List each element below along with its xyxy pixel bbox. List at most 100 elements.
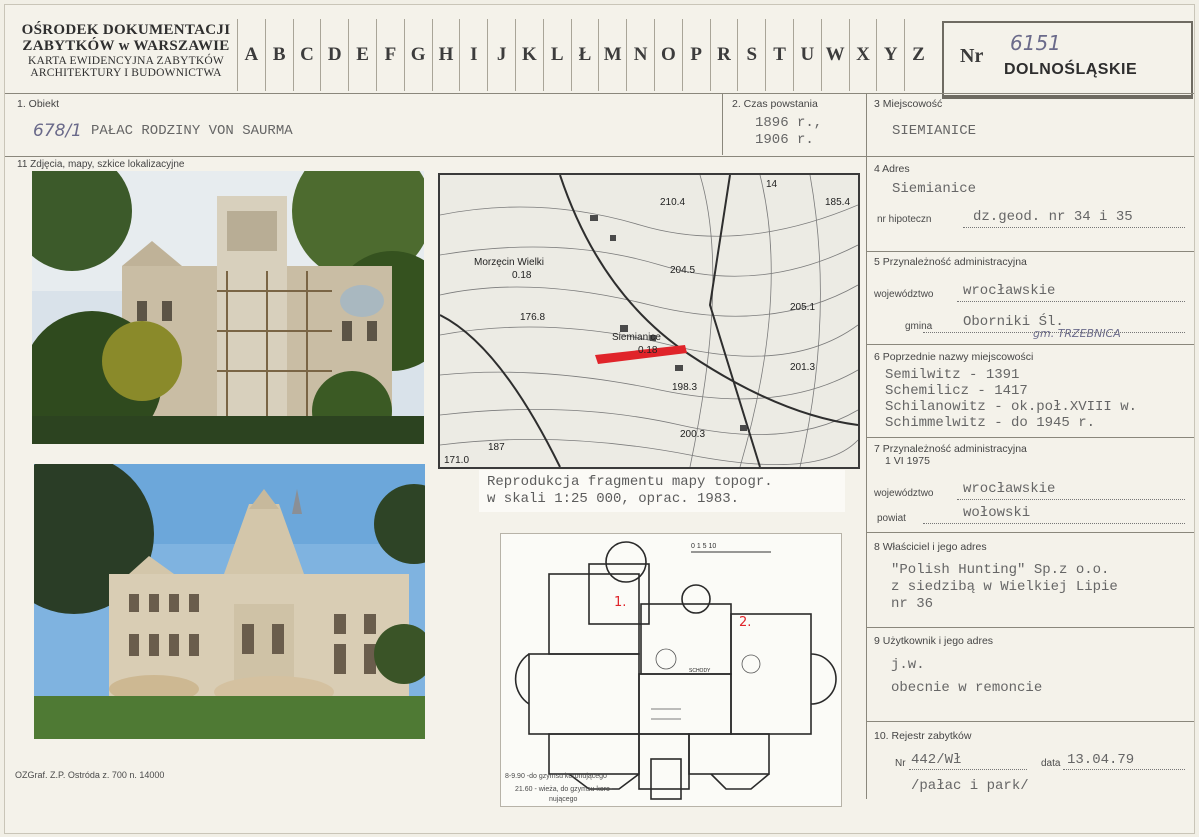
poprzednie-line2: Schemilicz - 1417 <box>885 383 1028 399</box>
nr-value: 6151 <box>1010 31 1061 55</box>
obiekt-value: PAŁAC RODZINY VON SAURMA <box>91 123 293 139</box>
alphabet-letter: O <box>653 19 682 91</box>
adres-label: 4 Adres <box>874 163 910 175</box>
obiekt-label: 1. Obiekt <box>17 98 60 110</box>
alphabet-letter: H <box>431 19 460 91</box>
wlasciciel-line3: nr 36 <box>891 596 934 612</box>
institution-line1: OŚRODEK DOKUMENTACJI <box>21 22 231 38</box>
uzytkownik-label: 9 Użytkownik i jego adres <box>874 635 994 647</box>
map-label-h1854: 185.4 <box>825 197 850 208</box>
rejestr-nr-value: 442/Wł <box>911 752 962 768</box>
alphabet-letter: M <box>598 19 626 91</box>
caption-line2: w skali 1:25 000, oprac. 1983. <box>487 490 740 507</box>
institution-line3: KARTA EWIDENCYJNA ZABYTKÓW <box>28 54 224 67</box>
alphabet-letter: E <box>348 19 376 91</box>
caption-line1: Reprodukcja fragmentu mapy topogr. <box>487 474 773 490</box>
alphabet-letter: N <box>626 19 654 91</box>
poprzednie-line4: Schimmelwitz - do 1945 r. <box>885 415 1096 431</box>
alphabet-letter: K <box>514 19 543 91</box>
przynaleznosc-label: 5 Przynależność administracyjna <box>874 256 1027 268</box>
plan-note1: 8-9.90 -do gzymsu koronującego <box>505 773 607 780</box>
adres-value: Siemianice <box>892 181 977 197</box>
woj1975-value: wrocławskie <box>963 481 1056 497</box>
miejscowosc-value: SIEMIANICE <box>892 123 977 139</box>
alphabet-letter: X <box>848 19 877 91</box>
record-number-box: Nr 6151 DOLNOŚLĄSKIE <box>942 21 1193 99</box>
footer-printer: OZGraf. Z.P. Ostróda z. 700 n. 14000 <box>15 770 165 780</box>
map-label-h2013: 201.3 <box>790 362 815 373</box>
alphabet-letter: P <box>681 19 710 91</box>
alphabet-letter: R <box>709 19 738 91</box>
plan-room2: 2. <box>739 615 751 630</box>
czas-line2: 1906 r. <box>755 132 814 148</box>
alphabet-letter: A <box>237 19 265 91</box>
woj-value: wrocławskie <box>963 283 1056 299</box>
plan-schody: SCHODY <box>689 668 711 674</box>
divider <box>866 344 1194 345</box>
alphabet-letter: U <box>792 19 821 91</box>
alphabet-letter: Ł <box>570 19 599 91</box>
plan-note3: nującego <box>549 796 578 803</box>
uzytkownik-line1: j.w. <box>891 657 925 673</box>
divider <box>5 156 1194 157</box>
nr-label: Nr <box>960 45 984 67</box>
map-label-h1983: 198.3 <box>672 382 697 393</box>
poprzednie-label: 6 Poprzednie nazwy miejscowości <box>874 351 1034 363</box>
alphabet-letter: L <box>542 19 571 91</box>
divider <box>866 251 1194 252</box>
wlasciciel-label: 8 Właściciel i jego adres <box>874 541 987 553</box>
plan-room1: 1. <box>614 595 626 610</box>
gmina-label: gmina <box>905 321 933 332</box>
map-label-h1768: 176.8 <box>520 312 545 323</box>
alphabet-letter: I <box>459 19 487 91</box>
miejscowosc-label: 3 Miejscowość <box>874 98 943 110</box>
divider <box>722 93 723 155</box>
alphabet-letter: C <box>292 19 321 91</box>
gmina-note: gm. TRZEBNICA <box>1033 327 1121 340</box>
map-label-h2045: 204.5 <box>670 265 695 276</box>
wlasciciel-line2: z siedzibą w Wielkiej Lipie <box>891 579 1118 595</box>
floor-plan: 0 1 5 10 1. 2. SCHODY 8-9.90 -do gzymsu … <box>500 533 842 807</box>
dotted-line <box>963 227 1185 228</box>
dotted-line <box>923 523 1185 524</box>
divider <box>866 93 867 799</box>
map-label-siemianice: Siemianice <box>612 332 661 343</box>
record-card: OŚRODEK DOKUMENTACJI ZABYTKÓW w WARSZAWI… <box>4 4 1195 834</box>
alphabet-letter: Y <box>876 19 904 91</box>
alphabet-letter: S <box>737 19 765 91</box>
plan-scale: 0 1 5 10 <box>691 543 716 550</box>
map-label-h2051: 205.1 <box>790 302 815 313</box>
map-label-sheet: 14 <box>766 179 778 190</box>
map-label-h2104: 210.4 <box>660 197 685 208</box>
przynaleznosc1975-label: 7 Przynależność administracyjna <box>874 443 1027 455</box>
palace-photo-scaffolding <box>32 171 424 444</box>
poprzednie-line3: Schilanowitz - ok.poł.XVIII w. <box>885 399 1138 415</box>
dotted-line <box>909 769 1027 770</box>
powiat-value: wołowski <box>963 505 1031 521</box>
rejestr-nr-label: Nr <box>895 758 906 769</box>
woj-label: województwo <box>874 289 934 300</box>
alphabet-letter: W <box>820 19 849 91</box>
map-label-morzecin-code: 0.18 <box>512 270 532 281</box>
alphabet-letter: T <box>765 19 793 91</box>
hip-value: dz.geod. nr 34 i 35 <box>973 209 1133 225</box>
czas-line1: 1896 r., <box>755 115 823 131</box>
zdjecia-label: 11 Zdjęcia, mapy, szkice lokalizacyjne <box>17 159 185 170</box>
institution-line4: ARCHITEKTURY I BUDOWNICTWA <box>30 66 222 79</box>
divider <box>866 437 1194 438</box>
rejestr-label: 10. Rejestr zabytków <box>874 730 972 742</box>
poprzednie-line1: Semilwitz - 1391 <box>885 367 1020 383</box>
palace-photo-facade <box>34 464 425 739</box>
rejestr-data-value: 13.04.79 <box>1067 752 1135 768</box>
divider <box>866 721 1194 722</box>
czas-label: 2. Czas powstania <box>732 98 818 110</box>
dotted-line <box>957 499 1185 500</box>
dotted-line <box>1063 769 1185 770</box>
hip-label: nr hipoteczn <box>877 214 932 225</box>
institution-line2: ZABYTKÓW w WARSZAWIE <box>22 37 230 54</box>
divider <box>866 532 1194 533</box>
topographic-map: Morzęcin Wielki 0.18 Siemianice 0.18 210… <box>438 173 860 469</box>
alphabet-letter: F <box>375 19 404 91</box>
rejestr-data-label: data <box>1041 758 1061 769</box>
region: DOLNOŚLĄSKIE <box>1004 61 1138 78</box>
